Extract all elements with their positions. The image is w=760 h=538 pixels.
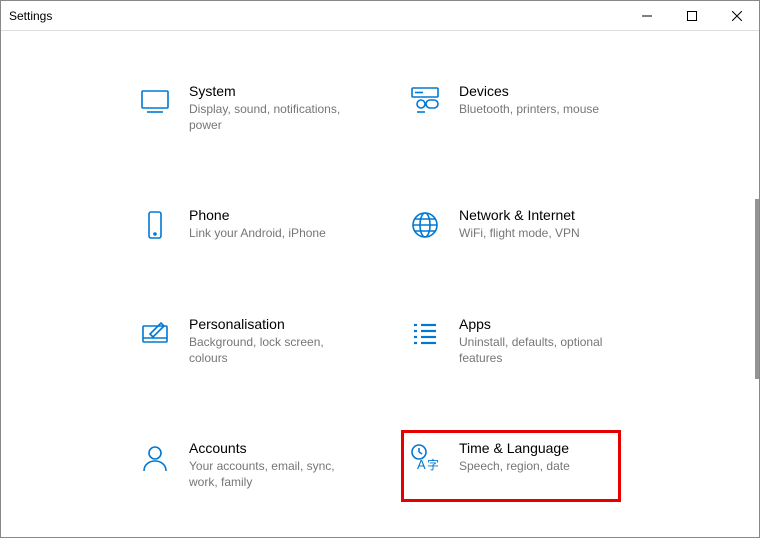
network-icon bbox=[409, 209, 441, 241]
scrollbar-thumb[interactable] bbox=[755, 199, 759, 379]
tile-title: Devices bbox=[459, 83, 611, 99]
tile-title: Personalisation bbox=[189, 316, 341, 332]
tile-personalisation[interactable]: Personalisation Background, lock screen,… bbox=[131, 306, 351, 378]
devices-icon bbox=[409, 85, 441, 117]
tile-desc: WiFi, flight mode, VPN bbox=[459, 225, 611, 241]
tile-desc: Speech, region, date bbox=[459, 458, 611, 474]
tile-title: Time & Language bbox=[459, 440, 611, 456]
minimize-button[interactable] bbox=[624, 1, 669, 30]
svg-text:A: A bbox=[417, 457, 426, 472]
svg-text:字: 字 bbox=[427, 457, 439, 472]
phone-icon bbox=[139, 209, 171, 241]
settings-grid: System Display, sound, notifications, po… bbox=[131, 73, 759, 537]
tile-title: System bbox=[189, 83, 341, 99]
settings-content: System Display, sound, notifications, po… bbox=[1, 31, 759, 537]
tile-phone[interactable]: Phone Link your Android, iPhone bbox=[131, 197, 351, 253]
tile-title: Phone bbox=[189, 207, 341, 223]
tile-desc: Display, sound, notifications, power bbox=[189, 101, 341, 133]
tile-title: Network & Internet bbox=[459, 207, 611, 223]
tile-network[interactable]: Network & Internet WiFi, flight mode, VP… bbox=[401, 197, 621, 253]
tile-devices[interactable]: Devices Bluetooth, printers, mouse bbox=[401, 73, 621, 145]
tile-system[interactable]: System Display, sound, notifications, po… bbox=[131, 73, 351, 145]
tile-time-language[interactable]: A 字 Time & Language Speech, region, date bbox=[401, 430, 621, 502]
accounts-icon bbox=[139, 442, 171, 474]
apps-icon bbox=[409, 318, 441, 350]
tile-desc: Uninstall, defaults, optional features bbox=[459, 334, 611, 366]
tile-title: Apps bbox=[459, 316, 611, 332]
window-controls bbox=[624, 1, 759, 30]
maximize-button[interactable] bbox=[669, 1, 714, 30]
time-language-icon: A 字 bbox=[409, 442, 441, 474]
tile-apps[interactable]: Apps Uninstall, defaults, optional featu… bbox=[401, 306, 621, 378]
tile-desc: Background, lock screen, colours bbox=[189, 334, 341, 366]
tile-accounts[interactable]: Accounts Your accounts, email, sync, wor… bbox=[131, 430, 351, 502]
tile-desc: Your accounts, email, sync, work, family bbox=[189, 458, 341, 490]
tile-desc: Bluetooth, printers, mouse bbox=[459, 101, 611, 117]
system-icon bbox=[139, 85, 171, 117]
personalisation-icon bbox=[139, 318, 171, 350]
window-title: Settings bbox=[1, 9, 52, 23]
close-button[interactable] bbox=[714, 1, 759, 30]
tile-title: Accounts bbox=[189, 440, 341, 456]
titlebar: Settings bbox=[1, 1, 759, 31]
tile-desc: Link your Android, iPhone bbox=[189, 225, 341, 241]
